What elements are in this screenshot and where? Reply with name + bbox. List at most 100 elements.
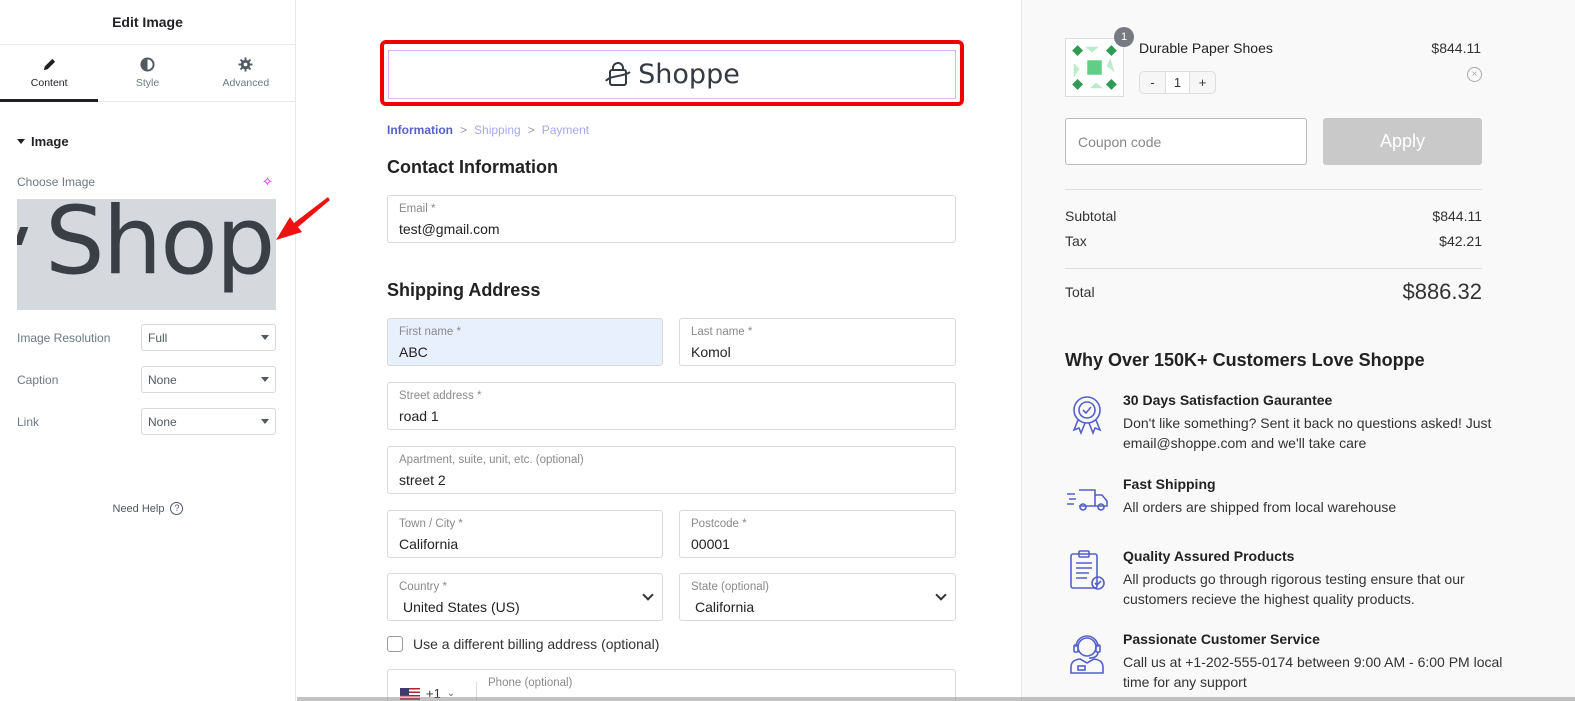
coupon-input[interactable]: Coupon code xyxy=(1065,118,1307,165)
need-help-link[interactable]: Need Help ? xyxy=(0,502,296,515)
state-select[interactable]: State (optional) California xyxy=(679,573,956,621)
chevron-right-icon: > xyxy=(527,123,535,137)
feature-desc: All orders are shipped from local wareho… xyxy=(1123,499,1397,515)
support-agent-icon xyxy=(1070,635,1104,674)
apartment-label: Apartment, suite, unit, etc. (optional) xyxy=(399,454,584,466)
tab-style[interactable]: Style xyxy=(98,45,196,101)
breadcrumb: Information > Shipping > Payment xyxy=(387,123,589,137)
image-resolution-label: Image Resolution xyxy=(17,330,111,345)
shipping-title: Shipping Address xyxy=(387,280,541,300)
product-price: $844.11 xyxy=(1431,40,1481,56)
dropdown-arrow-icon xyxy=(261,377,269,382)
editor-tabs: Content Style Advanced xyxy=(0,45,295,102)
increase-quantity-button[interactable]: + xyxy=(1190,72,1215,93)
country-value: United States (US) xyxy=(403,599,520,615)
image-resolution-select[interactable]: Full xyxy=(141,324,276,351)
state-value: California xyxy=(695,599,755,615)
country-select[interactable]: Country * United States (US) xyxy=(387,573,663,621)
last-name-value: Komol xyxy=(691,344,731,360)
image-section-toggle[interactable]: Image xyxy=(17,134,69,149)
feature-title: Passionate Customer Service xyxy=(1123,631,1320,647)
postcode-value: 00001 xyxy=(691,536,730,552)
apartment-field[interactable]: Apartment, suite, unit, etc. (optional) … xyxy=(387,446,956,494)
image-resolution-value: Full xyxy=(148,330,168,345)
remove-item-icon[interactable]: × xyxy=(1467,67,1482,82)
tab-advanced[interactable]: Advanced xyxy=(197,45,295,101)
gear-icon xyxy=(238,57,253,72)
email-field[interactable]: Email * test@gmail.com xyxy=(387,195,956,243)
city-value: California xyxy=(399,536,459,552)
city-field[interactable]: Town / City * California xyxy=(387,510,663,558)
postcode-label: Postcode * xyxy=(691,518,747,530)
help-circle-icon: ? xyxy=(170,502,184,515)
editor-title: Edit Image xyxy=(0,0,295,45)
logo-highlight[interactable]: Shoppe xyxy=(380,40,964,106)
quantity-stepper: - 1 + xyxy=(1139,71,1216,94)
email-value: test@gmail.com xyxy=(399,221,500,237)
street-address-field[interactable]: Street address * road 1 xyxy=(387,382,956,430)
last-name-label: Last name * xyxy=(691,326,753,338)
billing-address-label: Use a different billing address (optiona… xyxy=(413,636,660,652)
link-value: None xyxy=(148,414,177,429)
apartment-value: street 2 xyxy=(399,472,446,488)
last-name-field[interactable]: Last name * Komol xyxy=(679,318,956,366)
breadcrumb-shipping[interactable]: Shipping xyxy=(474,123,521,137)
total-label: Total xyxy=(1065,284,1095,300)
ai-sparkle-icon[interactable]: ✧ xyxy=(262,175,276,189)
tax-value: $42.21 xyxy=(1439,233,1482,249)
tab-advanced-label: Advanced xyxy=(222,77,270,89)
quantity-value[interactable]: 1 xyxy=(1165,72,1190,93)
logo-text: Shoppe xyxy=(638,59,740,90)
dropdown-arrow-icon xyxy=(261,419,269,424)
shopping-bag-icon xyxy=(605,61,631,86)
link-label: Link xyxy=(17,414,40,429)
billing-address-option[interactable]: Use a different billing address (optiona… xyxy=(387,636,659,652)
tax-row: Tax $42.21 xyxy=(1065,233,1482,249)
tax-label: Tax xyxy=(1065,233,1087,249)
street-address-value: road 1 xyxy=(399,408,439,424)
logo: Shoppe xyxy=(388,50,956,99)
editor-panel: Edit Image Content Style Advanced Image … xyxy=(0,0,296,701)
image-preview[interactable]: Shopp xyxy=(17,199,276,310)
city-label: Town / City * xyxy=(399,518,463,530)
subtotal-label: Subtotal xyxy=(1065,208,1117,224)
decrease-quantity-button[interactable]: - xyxy=(1140,72,1165,93)
clipboard-check-icon xyxy=(1070,550,1105,590)
link-select[interactable]: None xyxy=(141,408,276,435)
billing-address-checkbox[interactable] xyxy=(387,636,403,652)
apply-coupon-button[interactable]: Apply xyxy=(1323,118,1482,165)
subtotal-row: Subtotal $844.11 xyxy=(1065,208,1482,224)
half-circle-icon xyxy=(140,57,155,72)
breadcrumb-information[interactable]: Information xyxy=(387,123,453,137)
caption-label: Caption xyxy=(17,372,59,387)
email-label: Email * xyxy=(399,203,436,215)
image-preview-text: Shopp xyxy=(45,199,276,296)
tab-style-label: Style xyxy=(135,77,160,89)
breadcrumb-payment[interactable]: Payment xyxy=(542,123,589,137)
phone-label: Phone (optional) xyxy=(488,677,573,689)
first-name-field[interactable]: First name * ABC xyxy=(387,318,663,366)
tab-content-label: Content xyxy=(30,77,68,89)
dropdown-arrow-icon xyxy=(261,335,269,340)
viewport-bottom-edge xyxy=(297,697,1575,701)
state-label: State (optional) xyxy=(691,581,769,593)
street-address-label: Street address * xyxy=(399,390,482,402)
truck-icon xyxy=(1067,489,1108,511)
app-root: Edit Image Content Style Advanced Image … xyxy=(0,0,1575,701)
divider xyxy=(1065,189,1482,190)
feature-desc: Call us at +1-202-555-0174 between 9:00 … xyxy=(1123,654,1503,690)
postcode-field[interactable]: Postcode * 00001 xyxy=(679,510,956,558)
quantity-badge: 1 xyxy=(1114,27,1134,47)
why-title: Why Over 150K+ Customers Love Shoppe xyxy=(1065,350,1425,370)
order-summary: 1 Durable Paper Shoes $844.11 × - 1 + Co… xyxy=(1021,0,1575,701)
choose-image-label: Choose Image xyxy=(17,175,96,189)
feature-title: Quality Assured Products xyxy=(1123,548,1295,564)
chevron-right-icon: > xyxy=(460,123,468,137)
divider xyxy=(1065,268,1482,269)
subtotal-value: $844.11 xyxy=(1432,208,1482,224)
caption-control: Caption None xyxy=(17,366,276,393)
product-image xyxy=(1072,45,1117,90)
total-value: $886.32 xyxy=(1402,279,1482,304)
caption-select[interactable]: None xyxy=(141,366,276,393)
tab-content[interactable]: Content xyxy=(0,45,99,102)
